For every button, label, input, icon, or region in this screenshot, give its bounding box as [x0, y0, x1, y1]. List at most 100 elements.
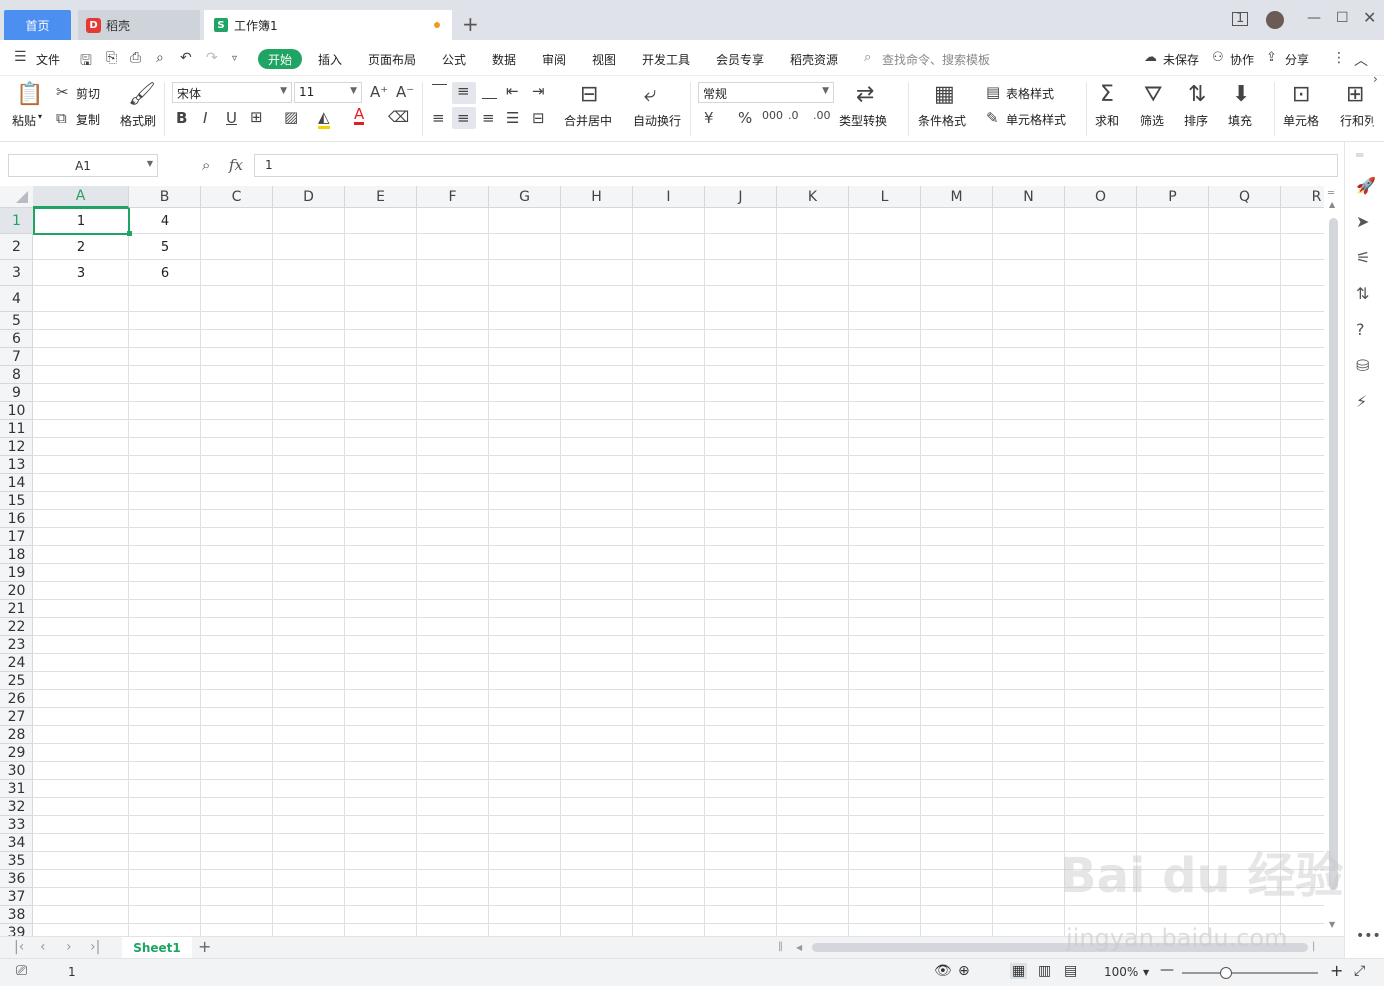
unsaved-status[interactable]: 未保存 [1163, 51, 1199, 68]
center-view-icon[interactable]: ⊕ [958, 963, 970, 979]
column-header-o[interactable]: O [1065, 186, 1137, 208]
row-header-4[interactable]: 4 [0, 286, 33, 312]
eye-protect-icon[interactable]: 👁 [934, 963, 952, 979]
copy-button[interactable]: 复制 [76, 111, 100, 128]
tab-daoke[interactable]: D 稻壳 [78, 10, 200, 40]
next-sheet-icon[interactable]: › [66, 939, 72, 955]
page-break-view-icon[interactable]: ▤ [1064, 963, 1077, 979]
font-name-select[interactable]: 宋体 ▼ [172, 82, 292, 103]
export-icon[interactable]: ⎘ [106, 50, 117, 66]
thousands-icon[interactable]: 000 [762, 109, 783, 122]
name-box[interactable]: A1 ▼ [8, 154, 158, 177]
quick-access-dropdown-icon[interactable]: ▿ [232, 53, 237, 64]
maximize-icon[interactable]: ☐ [1336, 10, 1349, 26]
menu-data[interactable]: 数据 [492, 51, 516, 68]
minimize-icon[interactable]: — [1307, 10, 1321, 26]
underline-icon[interactable]: U [226, 109, 237, 127]
tablet-mode-icon[interactable]: 1 [1232, 12, 1249, 26]
filter-button[interactable]: 筛选 [1140, 112, 1164, 129]
vertical-scroll-thumb[interactable] [1329, 218, 1338, 890]
decrease-font-icon[interactable]: A⁻ [396, 83, 414, 101]
more-icon[interactable]: ⋮ [1332, 50, 1346, 66]
normal-view-icon[interactable]: ▦ [1010, 963, 1028, 979]
merge-center-button[interactable]: 合并居中 [564, 112, 612, 129]
print-icon[interactable]: ⎙ [130, 50, 141, 66]
bold-icon[interactable]: B [176, 109, 187, 127]
menu-daoke-resources[interactable]: 稻壳资源 [790, 51, 838, 68]
percent-icon[interactable]: % [738, 109, 752, 127]
more-dots-icon[interactable]: ••• [1356, 928, 1381, 944]
row-header-15[interactable]: 15 [0, 492, 33, 510]
menu-developer[interactable]: 开发工具 [642, 51, 690, 68]
row-header-7[interactable]: 7 [0, 348, 33, 366]
menu-formula[interactable]: 公式 [442, 51, 466, 68]
currency-icon[interactable]: ¥ [704, 109, 714, 127]
column-header-e[interactable]: E [345, 186, 417, 208]
cell-grid[interactable]: 123456 [33, 208, 1324, 936]
table-style-button[interactable]: 表格样式 [1006, 85, 1054, 102]
row-header-28[interactable]: 28 [0, 726, 33, 744]
column-header-j[interactable]: J [705, 186, 777, 208]
row-header-37[interactable]: 37 [0, 888, 33, 906]
zoom-slider[interactable] [1182, 972, 1318, 974]
close-icon[interactable]: ✕ [1363, 8, 1376, 27]
row-header-3[interactable]: 3 [0, 260, 33, 286]
fill-style-icon[interactable]: ▨ [284, 108, 298, 126]
row-header-9[interactable]: 9 [0, 384, 33, 402]
fill-button[interactable]: 填充 [1228, 112, 1252, 129]
paste-button[interactable]: 粘贴 [12, 112, 36, 129]
type-convert-button[interactable]: 类型转换 [839, 112, 887, 129]
indent-decrease-icon[interactable]: ⇤ [506, 82, 519, 100]
tab-home[interactable]: 首页 [4, 10, 71, 40]
cell-a3[interactable]: 3 [33, 260, 129, 286]
format-painter-button[interactable]: 格式刷 [120, 112, 156, 129]
vertical-scrollbar[interactable]: ═ ▲ ▼ [1324, 186, 1344, 936]
clear-format-icon[interactable]: ⌫ [388, 108, 409, 126]
fullscreen-icon[interactable]: ⤢ [1354, 963, 1365, 979]
zoom-out-icon[interactable]: — [1160, 962, 1174, 978]
border-icon[interactable]: ⊞ [250, 108, 263, 126]
align-middle-icon[interactable]: ≡ [457, 82, 470, 100]
column-header-h[interactable]: H [561, 186, 633, 208]
row-header-23[interactable]: 23 [0, 636, 33, 654]
expand-panel-icon[interactable]: › [1373, 72, 1378, 86]
menu-insert[interactable]: 插入 [318, 51, 342, 68]
row-header-20[interactable]: 20 [0, 582, 33, 600]
select-all-corner[interactable] [16, 191, 28, 203]
row-header-6[interactable]: 6 [0, 330, 33, 348]
column-header-q[interactable]: Q [1209, 186, 1281, 208]
row-header-29[interactable]: 29 [0, 744, 33, 762]
split-icon[interactable]: ═ [1328, 188, 1334, 199]
lightning-icon[interactable]: ⚡ [1356, 392, 1367, 411]
cell-button[interactable]: 单元格 [1283, 112, 1319, 129]
scroll-down-icon[interactable]: ▼ [1329, 920, 1335, 929]
hscroll-end-icon[interactable]: | [1312, 941, 1315, 952]
zoom-in-icon[interactable]: + [1330, 961, 1343, 980]
indent-increase-icon[interactable]: ⇥ [532, 82, 545, 100]
increase-font-icon[interactable]: A⁺ [370, 83, 388, 101]
undo-icon[interactable]: ↶ [180, 50, 192, 66]
cell-b3[interactable]: 6 [129, 260, 201, 286]
italic-icon[interactable]: I [203, 109, 207, 127]
settings-sliders-icon[interactable]: ⚟ [1356, 248, 1370, 267]
save-icon[interactable]: 🖫 [80, 50, 92, 74]
fx-icon[interactable]: fx [229, 156, 243, 174]
prev-sheet-icon[interactable]: ‹ [40, 939, 46, 955]
cursor-icon[interactable]: ➤ [1356, 212, 1369, 231]
redo-icon[interactable]: ↷ [206, 50, 218, 66]
hamburger-icon[interactable]: ☰ [14, 49, 27, 65]
align-right-icon[interactable]: ≡ [482, 109, 495, 127]
wrap-text-button[interactable]: 自动换行 [633, 112, 681, 129]
new-tab-plus-icon[interactable]: + [462, 12, 479, 36]
row-header-38[interactable]: 38 [0, 906, 33, 924]
row-header-26[interactable]: 26 [0, 690, 33, 708]
row-header-34[interactable]: 34 [0, 834, 33, 852]
formula-input[interactable]: 1 [254, 154, 1338, 177]
menu-member[interactable]: 会员专享 [716, 51, 764, 68]
menu-review[interactable]: 审阅 [542, 51, 566, 68]
fill-handle[interactable] [127, 231, 132, 236]
column-header-b[interactable]: B [129, 186, 201, 208]
align-center-icon[interactable]: ≡ [457, 109, 470, 127]
row-header-31[interactable]: 31 [0, 780, 33, 798]
distributed-icon[interactable]: ⊟ [532, 109, 545, 127]
